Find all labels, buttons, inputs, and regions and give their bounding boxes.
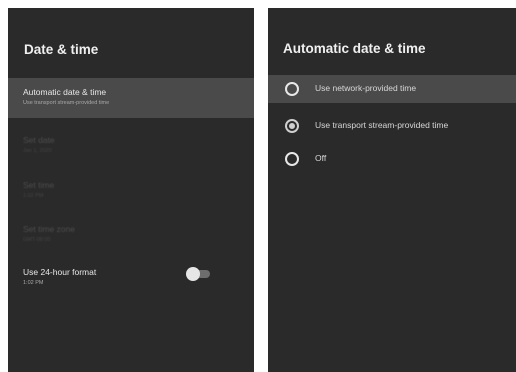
setting-title: Use 24-hour format — [23, 267, 97, 277]
toggle-thumb — [186, 267, 200, 281]
setting-subtitle: GMT-08:00 — [23, 237, 51, 243]
setting-title: Set time zone — [23, 224, 75, 234]
radio-checked-icon — [285, 119, 299, 133]
setting-set-time-zone: Set time zone GMT-08:00 — [8, 215, 254, 255]
setting-title: Automatic date & time — [23, 87, 107, 97]
setting-title: Set date — [23, 135, 55, 145]
option-label: Off — [315, 153, 327, 163]
setting-subtitle: 1:02 PM — [23, 280, 44, 286]
page-title: Date & time — [24, 42, 99, 57]
option-label: Use network-provided time — [315, 83, 417, 93]
setting-set-time: Set time 1:02 PM — [8, 171, 254, 211]
setting-title: Set time — [23, 180, 55, 190]
setting-subtitle: Jan 1, 2020 — [23, 148, 52, 154]
setting-set-date: Set date Jan 1, 2020 — [8, 126, 254, 166]
setting-24-hour-format[interactable]: Use 24-hour format 1:02 PM — [8, 258, 254, 298]
dialog-title: Automatic date & time — [283, 41, 426, 56]
radio-unchecked-icon — [285, 82, 299, 96]
setting-subtitle: Use transport stream-provided time — [23, 100, 110, 106]
automatic-date-time-dialog: Automatic date & time Use network-provid… — [268, 8, 516, 372]
option-label: Use transport stream-provided time — [315, 120, 449, 130]
radio-unchecked-icon — [285, 152, 299, 166]
option-transport-stream-time[interactable]: Use transport stream-provided time — [268, 112, 516, 140]
date-time-settings-panel: Date & time Automatic date & time Use tr… — [8, 8, 254, 372]
setting-subtitle: 1:02 PM — [23, 193, 44, 199]
option-network-provided-time[interactable]: Use network-provided time — [268, 75, 516, 103]
setting-automatic-date-time[interactable]: Automatic date & time Use transport stre… — [8, 78, 254, 118]
option-off[interactable]: Off — [268, 145, 516, 173]
24-hour-format-toggle[interactable] — [184, 266, 212, 282]
